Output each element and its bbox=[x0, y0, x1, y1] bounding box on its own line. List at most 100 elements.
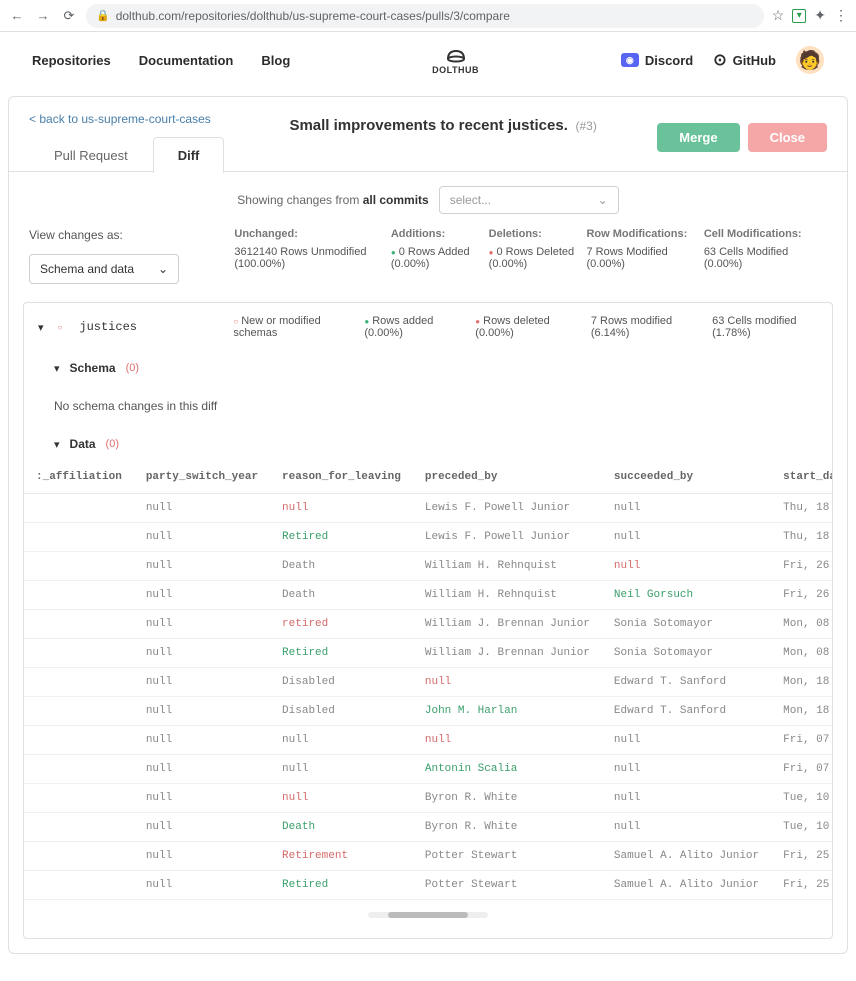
avatar[interactable]: 🧑 bbox=[796, 46, 824, 74]
data-label: Data bbox=[70, 437, 96, 451]
table-row: nullRetiredWilliam J. Brennan JuniorSoni… bbox=[24, 639, 832, 668]
table-cell: Byron R. White bbox=[413, 784, 602, 813]
table-cell: Neil Gorsuch bbox=[602, 581, 771, 610]
ext-icon[interactable]: ▾ bbox=[792, 9, 806, 23]
merge-button[interactable]: Merge bbox=[657, 123, 739, 152]
unchanged-value: 3612140 Rows Unmodified (100.00%) bbox=[234, 246, 390, 270]
table-cell: William J. Brennan Junior bbox=[413, 639, 602, 668]
nav-documentation[interactable]: Documentation bbox=[139, 53, 234, 68]
table-row: nullDeathWilliam H. RehnquistnullFri, 26… bbox=[24, 552, 832, 581]
menu-icon[interactable]: ⋮ bbox=[834, 7, 848, 24]
table-row: nullDeathWilliam H. RehnquistNeil Gorsuc… bbox=[24, 581, 832, 610]
table-cell: null bbox=[413, 668, 602, 697]
table-cell: Fri, 07 Apr 2017 00:00:00 GMT bbox=[771, 726, 832, 755]
table-cell: null bbox=[270, 755, 413, 784]
schema-collapse-icon[interactable]: ▾ bbox=[54, 362, 60, 375]
table-cell: null bbox=[270, 784, 413, 813]
chevron-down-icon: ⌄ bbox=[598, 193, 608, 207]
table-cell: null bbox=[134, 871, 270, 900]
table-cell bbox=[24, 581, 134, 610]
table-row: nullRetiredPotter StewartSamuel A. Alito… bbox=[24, 871, 832, 900]
table-cell: null bbox=[602, 552, 771, 581]
table-cell: null bbox=[134, 639, 270, 668]
commit-select[interactable]: select... ⌄ bbox=[439, 186, 619, 214]
table-cell: Lewis F. Powell Junior bbox=[413, 523, 602, 552]
no-schema-msg: No schema changes in this diff bbox=[24, 385, 832, 427]
table-cell: null bbox=[134, 784, 270, 813]
table-cell: Disabled bbox=[270, 668, 413, 697]
table-cell bbox=[24, 842, 134, 871]
nav-repositories[interactable]: Repositories bbox=[32, 53, 111, 68]
table-cell: null bbox=[602, 813, 771, 842]
view-changes-select[interactable]: Schema and data ⌄ bbox=[29, 254, 179, 284]
forward-icon[interactable]: → bbox=[34, 7, 52, 25]
table-row: nullnullAntonin ScalianullFri, 07 Apr 20… bbox=[24, 755, 832, 784]
close-button[interactable]: Close bbox=[748, 123, 827, 152]
back-link[interactable]: < back to us-supreme-court-cases bbox=[29, 112, 211, 126]
nav-blog[interactable]: Blog bbox=[261, 53, 290, 68]
table-cell bbox=[24, 697, 134, 726]
table-cell: Retired bbox=[270, 523, 413, 552]
table-cell bbox=[24, 494, 134, 523]
table-cell bbox=[24, 668, 134, 697]
table-cell: null bbox=[602, 494, 771, 523]
back-icon[interactable]: ← bbox=[8, 7, 26, 25]
table-cell: null bbox=[270, 494, 413, 523]
data-count: (0) bbox=[106, 438, 119, 450]
table-cell: Mon, 18 Mar 1912 00:00:00 GMT bbox=[771, 668, 832, 697]
table-cell: null bbox=[134, 552, 270, 581]
table-cell: Edward T. Sanford bbox=[602, 668, 771, 697]
schema-label: Schema bbox=[70, 361, 116, 375]
table-cell: Potter Stewart bbox=[413, 871, 602, 900]
table-cell: Tue, 10 Aug 1993 00:00:00 GMT bbox=[771, 784, 832, 813]
status-dot-icon: ○ bbox=[58, 323, 63, 332]
tab-pull-request[interactable]: Pull Request bbox=[29, 137, 153, 173]
table-cell: Fri, 26 Sep 1986 00:00:00 GMT bbox=[771, 552, 832, 581]
github-icon: ⊙ bbox=[713, 50, 726, 70]
table-cell: John M. Harlan bbox=[413, 697, 602, 726]
table-cell: Fri, 26 Sep 1986 00:00:00 GMT bbox=[771, 581, 832, 610]
table-cell: Thu, 18 Feb 1988 00:00:00 GMT bbox=[771, 523, 832, 552]
table-cell: null bbox=[134, 668, 270, 697]
reload-icon[interactable]: ⟳ bbox=[60, 7, 78, 25]
column-header: preceded_by bbox=[413, 461, 602, 494]
nav-github[interactable]: ⊙GitHub bbox=[713, 50, 776, 70]
logo[interactable]: DOLTHUB bbox=[432, 45, 479, 75]
table-cell: null bbox=[134, 610, 270, 639]
table-cell: Sonia Sotomayor bbox=[602, 639, 771, 668]
table-row: nullnullLewis F. Powell JuniornullThu, 1… bbox=[24, 494, 832, 523]
table-cell: Mon, 18 Mar 1912 00:00:00 GMT bbox=[771, 697, 832, 726]
table-cell bbox=[24, 784, 134, 813]
collapse-icon[interactable]: ▾ bbox=[38, 321, 44, 334]
table-cell: null bbox=[134, 697, 270, 726]
table-cell bbox=[24, 813, 134, 842]
table-cell bbox=[24, 610, 134, 639]
additions-label: Additions: bbox=[391, 228, 489, 240]
column-header: succeeded_by bbox=[602, 461, 771, 494]
table-cell: Samuel A. Alito Junior bbox=[602, 842, 771, 871]
horizontal-scrollbar[interactable] bbox=[368, 912, 488, 918]
table-cell: Mon, 08 Oct 1990 00:00:00 GMT bbox=[771, 610, 832, 639]
nav-discord[interactable]: ◉Discord bbox=[621, 53, 693, 68]
url-bar[interactable]: 🔒 dolthub.com/repositories/dolthub/us-su… bbox=[86, 4, 764, 28]
table-cell: Mon, 08 Oct 1990 00:00:00 GMT bbox=[771, 639, 832, 668]
data-collapse-icon[interactable]: ▾ bbox=[54, 438, 60, 451]
table-row: nullretiredWilliam J. Brennan JuniorSoni… bbox=[24, 610, 832, 639]
star-icon[interactable]: ☆ bbox=[772, 7, 785, 24]
table-cell bbox=[24, 726, 134, 755]
additions-value: ●0 Rows Added (0.00%) bbox=[391, 246, 489, 270]
table-cell: Edward T. Sanford bbox=[602, 697, 771, 726]
table-cell: Death bbox=[270, 813, 413, 842]
table-cell: Retired bbox=[270, 639, 413, 668]
puzzle-icon[interactable]: ✦ bbox=[814, 7, 826, 24]
table-cell: null bbox=[602, 784, 771, 813]
table-row: nullRetirementPotter StewartSamuel A. Al… bbox=[24, 842, 832, 871]
table-cell: null bbox=[134, 523, 270, 552]
table-cell: William H. Rehnquist bbox=[413, 581, 602, 610]
unchanged-label: Unchanged: bbox=[234, 228, 390, 240]
table-cell: Retired bbox=[270, 871, 413, 900]
column-header: party_switch_year bbox=[134, 461, 270, 494]
cellmod-value: 63 Cells Modified (0.00%) bbox=[704, 246, 827, 270]
table-cell: William J. Brennan Junior bbox=[413, 610, 602, 639]
tab-diff[interactable]: Diff bbox=[153, 137, 225, 173]
